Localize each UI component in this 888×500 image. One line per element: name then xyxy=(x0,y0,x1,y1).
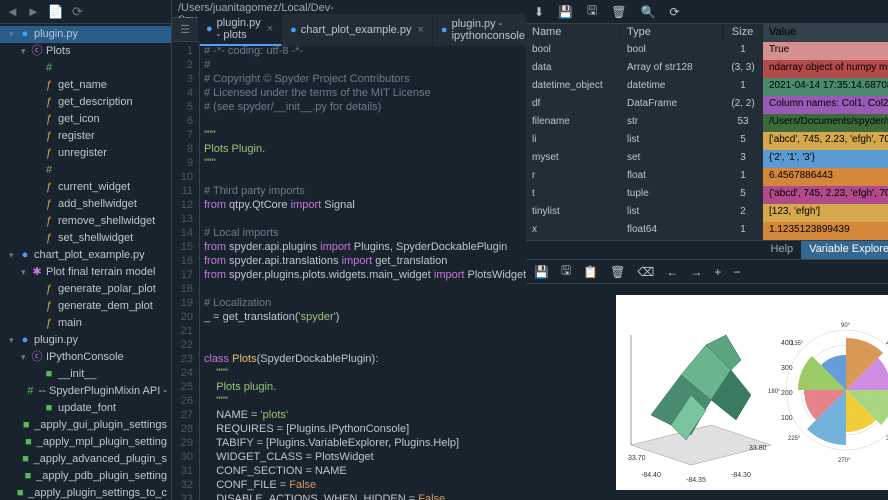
svg-text:100: 100 xyxy=(781,415,793,422)
table-row[interactable]: tinylistlist2[123, 'efgh'] xyxy=(526,204,888,222)
editor-tab[interactable]: ●plugin.py - ipythonconsole× xyxy=(433,14,526,46)
next-icon[interactable]: → xyxy=(690,265,702,279)
tree-item[interactable]: ƒset_shellwidget xyxy=(0,230,171,247)
svg-text:270°: 270° xyxy=(838,458,851,464)
tree-item[interactable]: ■_apply_pdb_plugin_setting xyxy=(0,468,171,485)
col-type[interactable]: Type xyxy=(621,24,723,42)
file-icon[interactable]: 📄 xyxy=(48,4,64,20)
save-as-icon[interactable]: 🖫 xyxy=(587,1,597,22)
table-row[interactable]: datetime_objectdatetime12021-04-14 17:35… xyxy=(526,78,888,96)
back-icon[interactable]: ◄ xyxy=(6,4,19,19)
forward-icon[interactable]: ► xyxy=(27,4,40,19)
tree-item[interactable]: ƒregister xyxy=(0,128,171,145)
tree-item[interactable]: ▾ⓒPlots xyxy=(0,43,171,60)
panel-tab[interactable]: Help xyxy=(763,241,802,259)
menu-icon[interactable]: ☰ xyxy=(180,23,190,36)
tree-item[interactable]: #-- SpyderPluginMixin API - xyxy=(0,383,171,400)
panel-tabs: HelpVariable ExplorerFilesCode Analysis xyxy=(526,240,888,260)
search-icon[interactable]: 🔍 xyxy=(640,5,655,19)
tree-item[interactable]: ƒgenerate_dem_plot xyxy=(0,298,171,315)
tree-item[interactable]: ƒgenerate_polar_plot xyxy=(0,281,171,298)
table-row[interactable]: filenamestr53/Users/Documents/spyder/spy… xyxy=(526,114,888,132)
var-toolbar: ⬇ 💾 🖫 🗑 🔍 ⟳ ☰ xyxy=(526,0,888,24)
tabs-row: ☰ ●plugin.py - plots×●chart_plot_example… xyxy=(172,18,526,42)
col-name[interactable]: Name xyxy=(526,24,621,42)
table-row[interactable]: lilist5['abcd', 745, 2.23, 'efgh', 70.2] xyxy=(526,132,888,150)
editor-tab[interactable]: ●plugin.py - plots× xyxy=(198,14,282,46)
plot-image: 400 300 200 100 -84.40 -84.35 -84.30 33.… xyxy=(616,295,888,490)
plot-toolbar: 💾 🖫 📋 🗑 ⌫ ← → + − 0 % ☰ xyxy=(526,260,888,284)
code-editor[interactable]: 1234567891011121314151617181920212223242… xyxy=(172,42,526,500)
tree-item[interactable]: ƒget_icon xyxy=(0,111,171,128)
tree-item[interactable]: ƒget_description xyxy=(0,94,171,111)
tree-item[interactable]: ƒadd_shellwidget xyxy=(0,196,171,213)
variable-explorer-table[interactable]: Name Type Size Value boolbool1TruedataAr… xyxy=(526,24,888,240)
tree-item[interactable]: # xyxy=(0,60,171,77)
code-area[interactable]: # -*- coding: utf-8 -*-## Copyright © Sp… xyxy=(200,42,526,500)
refresh-icon[interactable]: ⟳ xyxy=(72,4,83,20)
outline-panel: ◄ ► 📄 ⟳ ▾●plugin.py▾ⓒPlots#ƒget_nameƒget… xyxy=(0,0,172,500)
panel-tab[interactable]: Variable Explorer xyxy=(801,241,888,259)
svg-text:33.80: 33.80 xyxy=(749,445,767,452)
tree-item[interactable]: ■_apply_advanced_plugin_s xyxy=(0,451,171,468)
tree-item[interactable]: ƒcurrent_widget xyxy=(0,179,171,196)
save-all-icon[interactable]: 🖫 xyxy=(561,261,571,282)
outline-tree[interactable]: ▾●plugin.py▾ⓒPlots#ƒget_nameƒget_descrip… xyxy=(0,24,171,500)
svg-text:180°: 180° xyxy=(768,389,781,395)
delete-all-plot-icon[interactable]: ⌫ xyxy=(637,265,654,279)
col-size[interactable]: Size xyxy=(723,24,763,42)
svg-text:225°: 225° xyxy=(788,436,801,442)
close-icon[interactable]: × xyxy=(267,23,273,35)
right-panel: ⬇ 💾 🖫 🗑 🔍 ⟳ ☰ Name Type Size Value boolb… xyxy=(526,0,888,500)
delete-all-icon[interactable]: 🗑 xyxy=(611,5,626,19)
delete-icon[interactable]: 🗑 xyxy=(610,265,625,279)
table-row[interactable]: xfloat6411.1235123899439 xyxy=(526,222,888,240)
tree-item[interactable]: ▾●plugin.py xyxy=(0,332,171,349)
close-icon[interactable]: × xyxy=(417,24,423,36)
table-row[interactable]: rfloat16.4567886443 xyxy=(526,168,888,186)
prev-icon[interactable]: ← xyxy=(666,265,678,279)
svg-text:-84.35: -84.35 xyxy=(686,477,706,484)
line-gutter: 1234567891011121314151617181920212223242… xyxy=(172,42,200,500)
svg-text:-84.40: -84.40 xyxy=(641,472,661,479)
table-row[interactable]: boolbool1True xyxy=(526,42,888,60)
col-value[interactable]: Value xyxy=(763,24,888,42)
zoom-in-icon[interactable]: + xyxy=(714,265,721,279)
tree-item[interactable]: ƒunregister xyxy=(0,145,171,162)
svg-text:33.70: 33.70 xyxy=(628,455,646,462)
plots-pane: 💾 🖫 📋 🗑 ⌫ ← → + − 0 % ☰ xyxy=(526,260,888,500)
table-row[interactable]: ttuple5('abcd', 745, 2.23, 'efgh', 70.2) xyxy=(526,186,888,204)
tree-item[interactable]: ■_apply_gui_plugin_settings xyxy=(0,417,171,434)
editor-panel: /Users/juanitagomez/Local/Dev-Spyder/spy… xyxy=(172,0,526,500)
table-row[interactable]: dfDataFrame(2, 2)Column names: Col1, Col… xyxy=(526,96,888,114)
tree-item[interactable]: ■_apply_mpl_plugin_setting xyxy=(0,434,171,451)
copy-icon[interactable]: 📋 xyxy=(583,265,598,279)
tree-item[interactable]: ■update_font xyxy=(0,400,171,417)
table-row[interactable]: mysetset3{'2', '1', '3'} xyxy=(526,150,888,168)
svg-text:-84.30: -84.30 xyxy=(731,472,751,479)
tree-item[interactable]: ▾●plugin.py xyxy=(0,26,171,43)
tree-item[interactable]: ▾●chart_plot_example.py xyxy=(0,247,171,264)
tree-item[interactable]: ■__init__ xyxy=(0,366,171,383)
table-row[interactable]: dataArray of str128(3, 3)ndarray object … xyxy=(526,60,888,78)
outline-toolbar: ◄ ► 📄 ⟳ xyxy=(0,0,171,24)
save-icon[interactable]: 💾 xyxy=(558,5,573,19)
refresh-icon[interactable]: ⟳ xyxy=(669,5,679,19)
zoom-out-icon[interactable]: − xyxy=(733,265,740,279)
svg-text:90°: 90° xyxy=(841,323,851,329)
save-plot-icon[interactable]: 💾 xyxy=(534,265,549,279)
tree-item[interactable]: ■_apply_plugin_settings_to_c xyxy=(0,485,171,500)
tree-item[interactable]: ƒremove_shellwidget xyxy=(0,213,171,230)
editor-tab[interactable]: ●chart_plot_example.py× xyxy=(282,14,433,46)
tree-item[interactable]: ▾ⓒIPythonConsole xyxy=(0,349,171,366)
tree-item[interactable]: # xyxy=(0,162,171,179)
plot-canvas[interactable]: 400 300 200 100 -84.40 -84.35 -84.30 33.… xyxy=(526,284,888,500)
import-icon[interactable]: ⬇ xyxy=(534,5,544,19)
svg-text:135°: 135° xyxy=(791,341,804,347)
tree-item[interactable]: ƒmain xyxy=(0,315,171,332)
tree-item[interactable]: ƒget_name xyxy=(0,77,171,94)
tree-item[interactable]: ▾✱Plot final terrain model xyxy=(0,264,171,281)
svg-text:200: 200 xyxy=(781,390,793,397)
